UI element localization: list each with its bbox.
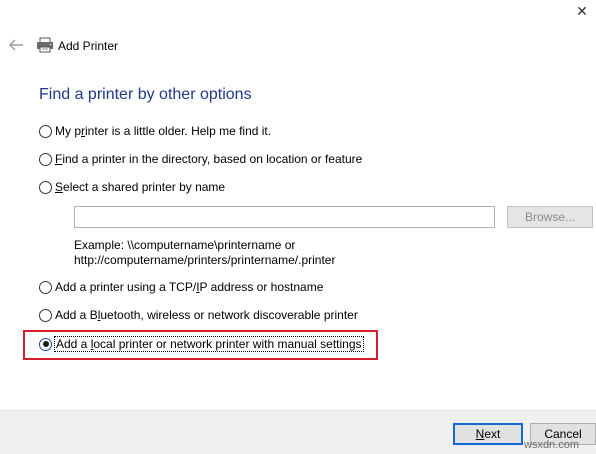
radio-button-selected[interactable] [39,337,52,351]
close-button[interactable]: ✕ [573,2,591,20]
example-line-1: Example: \\computername\printername or [74,238,296,252]
option-find-in-directory[interactable]: Find a printer in the directory, based o… [39,151,362,167]
next-button[interactable]: Next [453,423,523,445]
printer-icon [37,37,53,53]
shared-printer-name-input[interactable] [74,206,495,228]
option-tcp-ip[interactable]: Add a printer using a TCP/IP address or … [39,279,323,295]
radio-button[interactable] [39,152,52,166]
option-shared-printer-by-name[interactable]: Select a shared printer by name [39,179,225,195]
back-arrow-icon[interactable] [8,38,24,52]
option-local-printer-manual[interactable]: Add a local printer or network printer w… [39,336,364,352]
option-label: Add a Bluetooth, wireless or network dis… [55,308,358,322]
radio-button[interactable] [39,124,52,138]
radio-button[interactable] [39,280,52,294]
option-label: Add a printer using a TCP/IP address or … [55,280,324,294]
option-bluetooth-wireless[interactable]: Add a Bluetooth, wireless or network dis… [39,307,358,323]
option-label: Select a shared printer by name [55,180,226,194]
browse-button[interactable]: Browse... [507,206,593,228]
radio-button[interactable] [39,308,52,322]
close-icon: ✕ [576,3,588,19]
dialog-title: Add Printer [58,39,119,53]
watermark: wsxdn.com [524,439,580,451]
option-label: Find a printer in the directory, based o… [55,152,363,166]
page-heading: Find a printer by other options [39,86,252,103]
radio-button[interactable] [39,180,52,194]
example-text: Example: \\computername\printername or h… [74,238,335,268]
option-older-printer[interactable]: My printer is a little older. Help me fi… [39,123,271,139]
option-label: My printer is a little older. Help me fi… [55,124,272,138]
example-line-2: http://computername/printers/printername… [74,253,336,267]
option-label: Add a local printer or network printer w… [54,336,364,352]
